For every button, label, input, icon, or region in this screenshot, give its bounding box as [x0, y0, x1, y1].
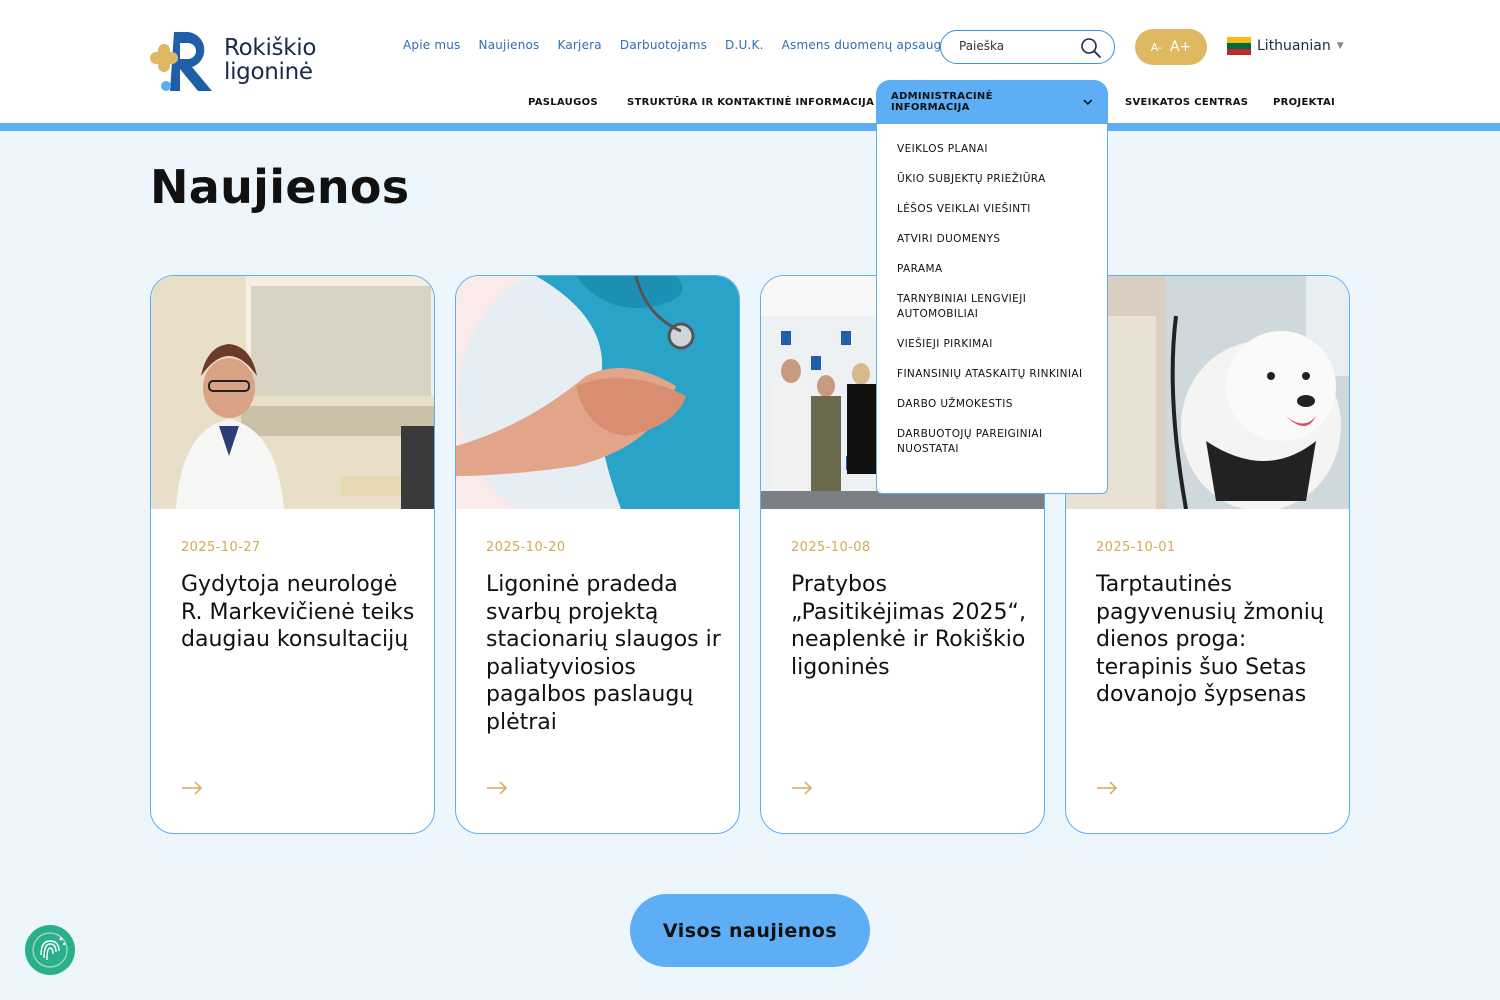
- news-title[interactable]: Ligoninė pradeda svarbų projektą stacion…: [486, 571, 726, 736]
- nav-admin-label: ADMINISTRACINĖ INFORMACIJA: [891, 91, 993, 113]
- logo-line-1: Rokiškio: [224, 35, 317, 61]
- news-date: 2025-10-27: [181, 540, 261, 555]
- dropdown-item-veiklos-planai[interactable]: VEIKLOS PLANAI: [877, 142, 1107, 157]
- news-title[interactable]: Tarptautinės pagyvenusių žmonių dienos p…: [1096, 571, 1336, 709]
- news-image: [1066, 276, 1349, 509]
- all-news-button[interactable]: Visos naujienos: [630, 894, 870, 967]
- language-label: Lithuanian: [1257, 38, 1331, 54]
- news-card[interactable]: 2025-10-20 Ligoninė pradeda svarbų proje…: [455, 275, 740, 834]
- font-size-controls: A- A+: [1135, 29, 1207, 65]
- news-title[interactable]: Pratybos „Pasitikėjimas 2025“, neaplenkė…: [791, 571, 1031, 681]
- arrow-right-icon[interactable]: [791, 781, 813, 795]
- arrow-right-icon[interactable]: [1096, 781, 1118, 795]
- fingerprint-icon: [32, 932, 68, 968]
- toplink-karjera[interactable]: Karjera: [558, 38, 602, 52]
- dropdown-item-tarnybiniai-automobiliai[interactable]: TARNYBINIAI LENGVIEJI AUTOMOBILIAI: [877, 292, 1107, 322]
- search-box: [940, 30, 1115, 64]
- dropdown-item-ukio-subjektu[interactable]: ŪKIO SUBJEKTŲ PRIEŽIŪRA: [877, 172, 1107, 187]
- lithuania-flag-icon: [1227, 37, 1251, 55]
- dropdown-item-atviri-duomenys[interactable]: ATVIRI DUOMENYS: [877, 232, 1107, 247]
- toplink-naujienos[interactable]: Naujienos: [479, 38, 540, 52]
- toplink-apie-mus[interactable]: Apie mus: [403, 38, 461, 52]
- dropdown-item-lesos-veiklai[interactable]: LĖŠOS VEIKLAI VIEŠINTI: [877, 202, 1107, 217]
- dropdown-item-parama[interactable]: PARAMA: [877, 262, 1107, 277]
- arrow-right-icon[interactable]: [486, 781, 508, 795]
- search-input[interactable]: [959, 39, 1079, 53]
- toplink-asmens-duomenu-apsauga[interactable]: Asmens duomenų apsauga: [782, 38, 949, 52]
- page-title: Naujienos: [150, 160, 410, 214]
- nav-services[interactable]: PASLAUGOS: [528, 80, 598, 124]
- toplink-duk[interactable]: D.U.K.: [725, 38, 764, 52]
- nav-health-center[interactable]: SVEIKATOS CENTRAS: [1125, 80, 1248, 124]
- font-increase-button[interactable]: A+: [1170, 39, 1191, 55]
- dropdown-item-pareiginiai-nuostatai[interactable]: DARBUOTOJŲ PAREIGINIAI NUOSTATAI: [877, 427, 1107, 457]
- toplink-darbuotojams[interactable]: Darbuotojams: [620, 38, 707, 52]
- news-title[interactable]: Gydytoja neurologė R. Markevičienė teiks…: [181, 571, 421, 654]
- language-selector[interactable]: Lithuanian ▼: [1227, 37, 1344, 55]
- caret-down-icon: ▼: [1336, 41, 1344, 51]
- news-image: [456, 276, 739, 509]
- main-nav: PASLAUGOS STRUKTŪRA IR KONTAKTINĖ INFORM…: [0, 80, 1500, 124]
- top-links: Apie mus Naujienos Karjera Darbuotojams …: [403, 38, 967, 52]
- search-icon[interactable]: [1080, 37, 1102, 59]
- news-date: 2025-10-01: [1096, 540, 1176, 555]
- nav-admin[interactable]: ADMINISTRACINĖ INFORMACIJA: [876, 80, 1108, 124]
- dropdown-item-finansiniu-ataskaitu[interactable]: FINANSINIŲ ATASKAITŲ RINKINIAI: [877, 367, 1107, 382]
- logo-text: Rokiškio ligoninė: [224, 36, 316, 84]
- arrow-right-icon[interactable]: [181, 781, 203, 795]
- nav-projects[interactable]: PROJEKTAI: [1273, 80, 1335, 124]
- nav-structure[interactable]: STRUKTŪRA IR KONTAKTINĖ INFORMACIJA: [627, 80, 874, 124]
- news-date: 2025-10-08: [791, 540, 871, 555]
- news-image: [151, 276, 434, 509]
- header-accent-bar: [0, 123, 1500, 131]
- news-card[interactable]: 2025-10-27 Gydytoja neurologė R. Markevi…: [150, 275, 435, 834]
- chevron-down-icon: [1083, 99, 1093, 106]
- admin-dropdown-menu: VEIKLOS PLANAI ŪKIO SUBJEKTŲ PRIEŽIŪRA L…: [876, 124, 1108, 494]
- accessibility-widget-button[interactable]: [25, 925, 75, 975]
- news-date: 2025-10-20: [486, 540, 566, 555]
- dropdown-item-darbo-uzmokestis[interactable]: DARBO UŽMOKESTIS: [877, 397, 1107, 412]
- site-header: Rokiškio ligoninė Apie mus Naujienos Kar…: [0, 0, 1500, 124]
- font-decrease-button[interactable]: A-: [1151, 41, 1162, 54]
- dropdown-item-viesieji-pirkimai[interactable]: VIEŠIEJI PIRKIMAI: [877, 337, 1107, 352]
